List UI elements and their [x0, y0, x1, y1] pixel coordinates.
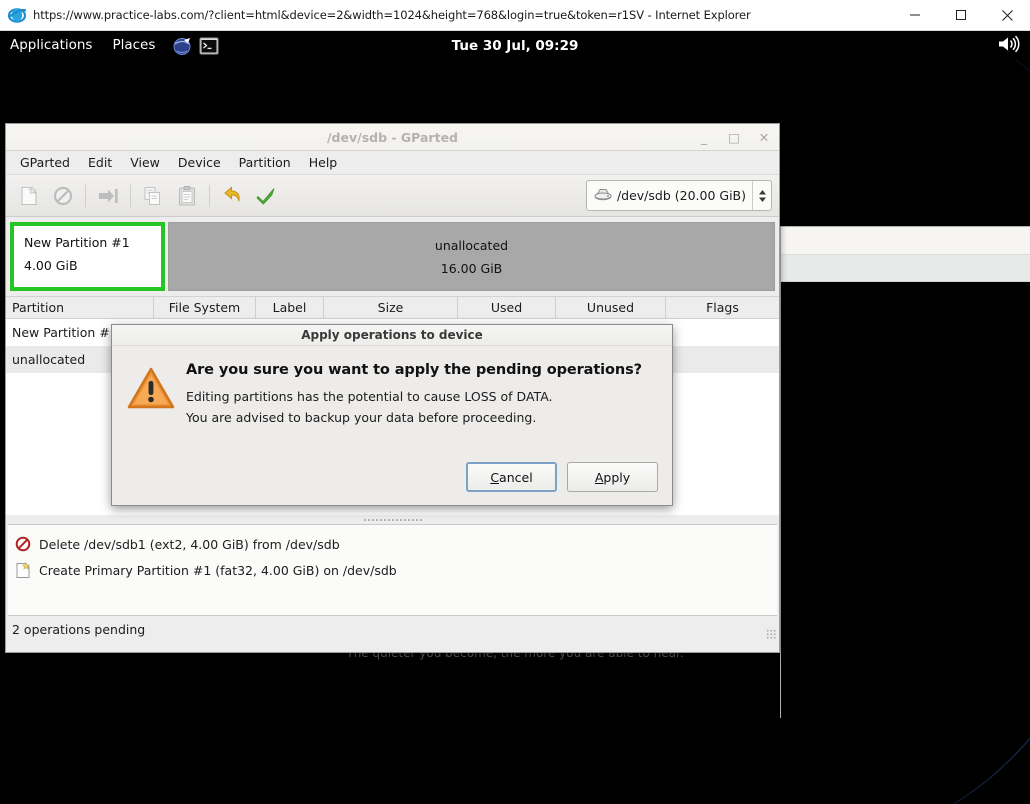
panel-menu-applications[interactable]: Applications: [0, 31, 102, 60]
partition-graphic-block-new[interactable]: New Partition #1 4.00 GiB: [10, 222, 165, 291]
web-browser-launcher-icon[interactable]: [171, 35, 193, 57]
device-selector[interactable]: /dev/sdb (20.00 GiB): [586, 180, 772, 211]
dialog-texts: Are you sure you want to apply the pendi…: [176, 362, 642, 425]
unallocated-graphic-size: 16.00 GiB: [441, 261, 503, 276]
partition-graphic-size: 4.00 GiB: [24, 258, 151, 273]
list-item[interactable]: Create Primary Partition #1 (fat32, 4.00…: [12, 557, 773, 583]
cancel-button[interactable]: Cancel: [466, 462, 557, 492]
panel-tray: [996, 33, 1020, 59]
dialog-line-1: Editing partitions has the potential to …: [186, 389, 642, 404]
cancel-button-label: ancel: [499, 470, 533, 485]
background-window-toolbar: [781, 255, 1030, 282]
terminal-launcher-icon[interactable]: [198, 35, 220, 57]
menu-edit[interactable]: Edit: [79, 153, 121, 172]
panel-menu-places[interactable]: Places: [102, 31, 165, 60]
panel-launchers: [171, 35, 220, 57]
column-header-label[interactable]: Label: [256, 297, 324, 319]
dialog-line-2: You are advised to backup your data befo…: [186, 410, 642, 425]
paste-icon[interactable]: [170, 179, 204, 213]
browser-window-controls: [892, 0, 1030, 31]
dialog-title: Apply operations to device: [112, 325, 672, 346]
apply-icon[interactable]: [249, 179, 283, 213]
volume-icon[interactable]: [996, 33, 1020, 59]
column-header-flags[interactable]: Flags: [666, 297, 779, 319]
create-operation-icon: [12, 561, 34, 579]
gparted-toolbar: /dev/sdb (20.00 GiB): [6, 175, 779, 217]
operation-text: Create Primary Partition #1 (fat32, 4.00…: [39, 563, 397, 578]
background-window[interactable]: _ □ ✕: [780, 226, 1030, 718]
copy-icon[interactable]: [136, 179, 170, 213]
gparted-menubar: GParted Edit View Device Partition Help: [6, 151, 779, 175]
menu-help[interactable]: Help: [300, 153, 347, 172]
delete-partition-icon[interactable]: [46, 179, 80, 213]
warning-icon: [126, 362, 176, 425]
unallocated-graphic-name: unallocated: [435, 238, 508, 253]
status-bar: 2 operations pending: [6, 616, 779, 642]
minimize-icon[interactable]: [892, 0, 938, 31]
dialog-body: Are you sure you want to apply the pendi…: [112, 346, 672, 425]
dialog-heading: Are you sure you want to apply the pendi…: [186, 362, 642, 378]
apply-operations-dialog: Apply operations to device Are you sure …: [111, 324, 673, 506]
gparted-window: /dev/sdb - GParted _ □ ✕ GParted Edit Vi…: [5, 123, 780, 653]
close-icon[interactable]: [984, 0, 1030, 31]
partition-table-header: Partition File System Label Size Used Un…: [6, 297, 779, 319]
harddisk-icon: [593, 186, 613, 205]
column-header-partition[interactable]: Partition: [6, 297, 154, 319]
pending-operations-list: Delete /dev/sdb1 (ext2, 4.00 GiB) from /…: [8, 524, 777, 616]
menu-view[interactable]: View: [121, 153, 169, 172]
delete-operation-icon: [12, 535, 34, 553]
device-selector-value: /dev/sdb (20.00 GiB): [617, 188, 746, 203]
background-window-titlebar: _ □ ✕: [781, 227, 1030, 255]
cancel-button-mnemonic: C: [490, 470, 499, 485]
toolbar-separator: [85, 185, 86, 207]
column-header-used[interactable]: Used: [458, 297, 556, 319]
window-resize-grip[interactable]: [766, 629, 776, 639]
menu-device[interactable]: Device: [169, 153, 230, 172]
browser-title: https://www.practice-labs.com/?client=ht…: [33, 8, 751, 22]
column-header-unused[interactable]: Unused: [556, 297, 666, 319]
list-item[interactable]: Delete /dev/sdb1 (ext2, 4.00 GiB) from /…: [12, 531, 773, 557]
dialog-buttons: Cancel Apply: [466, 462, 658, 492]
desktop-panel: Applications Places: [0, 31, 1030, 60]
maximize-icon[interactable]: [938, 0, 984, 31]
column-header-size[interactable]: Size: [324, 297, 458, 319]
toolbar-separator: [209, 185, 210, 207]
spinner-updown-icon[interactable]: [752, 181, 771, 210]
pane-resize-handle[interactable]: [6, 515, 779, 524]
screen: https://www.practice-labs.com/?client=ht…: [0, 0, 1030, 804]
partition-graphic: New Partition #1 4.00 GiB unallocated 16…: [6, 217, 779, 297]
background-window-content: [781, 282, 1030, 718]
column-header-filesystem[interactable]: File System: [154, 297, 256, 319]
operation-text: Delete /dev/sdb1 (ext2, 4.00 GiB) from /…: [39, 537, 340, 552]
menu-gparted[interactable]: GParted: [11, 153, 79, 172]
internet-explorer-icon: [8, 6, 26, 24]
apply-button-label: pply: [603, 470, 630, 485]
partition-graphic-name: New Partition #1: [24, 235, 151, 250]
resize-move-icon[interactable]: [91, 179, 125, 213]
menu-partition[interactable]: Partition: [230, 153, 300, 172]
new-partition-icon[interactable]: [12, 179, 46, 213]
partition-graphic-block-unallocated[interactable]: unallocated 16.00 GiB: [168, 222, 775, 291]
undo-icon[interactable]: [215, 179, 249, 213]
gparted-titlebar: /dev/sdb - GParted _ □ ✕: [6, 124, 779, 151]
browser-titlebar: https://www.practice-labs.com/?client=ht…: [0, 0, 1030, 31]
status-text: 2 operations pending: [12, 622, 145, 637]
toolbar-separator: [130, 185, 131, 207]
gparted-title: /dev/sdb - GParted: [6, 130, 779, 145]
apply-button[interactable]: Apply: [567, 462, 658, 492]
desktop: KALI LINUX The quieter you become, the m…: [0, 60, 1030, 804]
grip-dots-icon: [363, 518, 423, 522]
